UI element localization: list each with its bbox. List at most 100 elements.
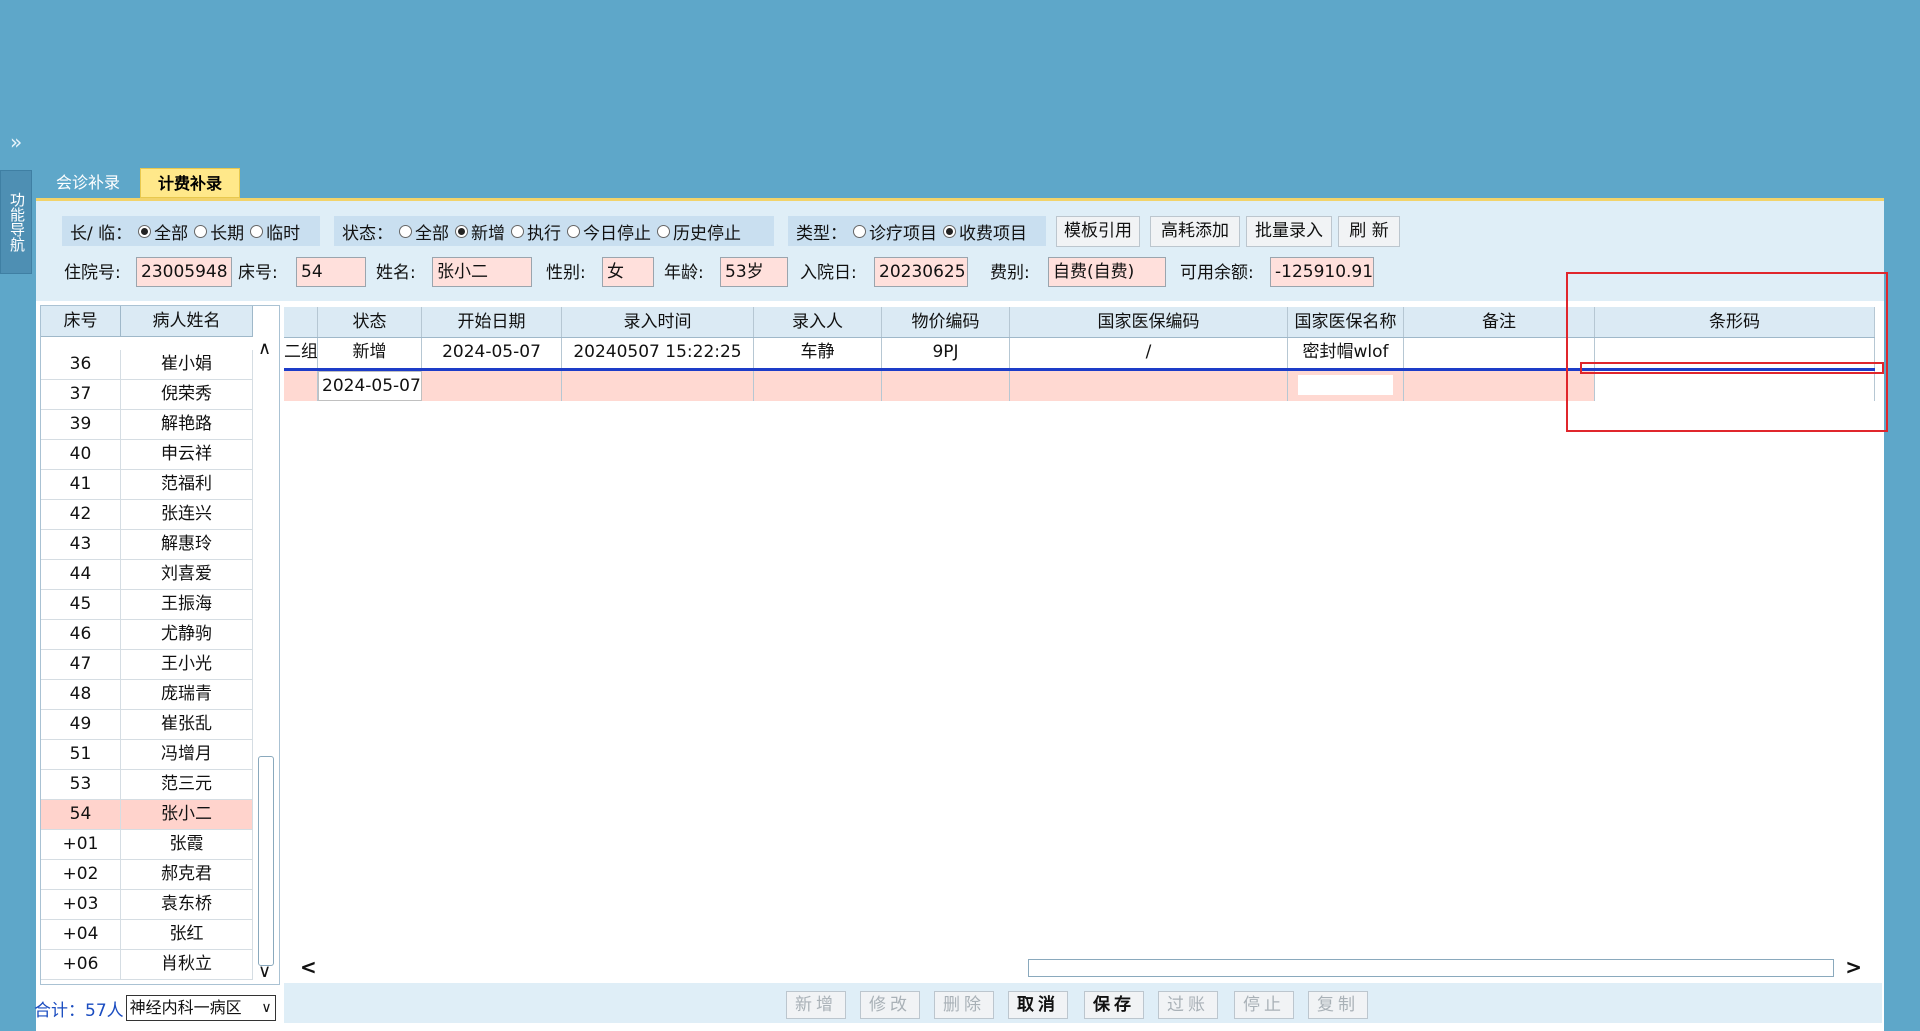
patient-list-item[interactable]: 47 王小光 (41, 650, 253, 680)
scroll-track[interactable] (1028, 959, 1834, 977)
function-nav-tab[interactable]: 功能导航 (0, 170, 32, 274)
save-button[interactable]: 保存 (1084, 991, 1144, 1019)
grid-header-national-code[interactable]: 国家医保编码 (1010, 307, 1288, 337)
expand-nav-icon[interactable]: » (10, 132, 22, 152)
patient-list-item[interactable]: 48 庞瑞青 (41, 680, 253, 710)
tab-billing-supplement[interactable]: 计费补录 (140, 168, 240, 198)
template-ref-button[interactable]: 模板引用 (1056, 216, 1140, 247)
radio-dot[interactable] (943, 224, 956, 238)
patient-list-item[interactable]: 54 张小二 (41, 800, 253, 830)
radio-dot[interactable] (399, 224, 412, 238)
patient-list-item[interactable]: 45 王振海 (41, 590, 253, 620)
edit-cell-entry-time[interactable] (562, 371, 754, 401)
radio-long-temp-all[interactable]: 全部 (138, 219, 188, 244)
patient-list-item[interactable]: 51 冯增月 (41, 740, 253, 770)
chevron-down-icon[interactable]: ∨ (261, 996, 271, 1020)
radio-dot[interactable] (567, 224, 580, 238)
high-cost-add-button[interactable]: 高耗添加 (1150, 216, 1240, 247)
grid-header-entry-time[interactable]: 录入时间 (562, 307, 754, 337)
scroll-down-icon[interactable]: ∨ (258, 961, 271, 982)
grid-header-start-date[interactable]: 开始日期 (422, 307, 562, 337)
radio-dot[interactable] (511, 224, 524, 238)
patient-list-item[interactable]: +02 郝克君 (41, 860, 253, 890)
patient-list-item[interactable]: 42 张连兴 (41, 500, 253, 530)
radio-dot[interactable] (194, 224, 208, 238)
patient-list-item[interactable]: 53 范三元 (41, 770, 253, 800)
scroll-right-icon[interactable]: > (1845, 955, 1862, 979)
scroll-left-icon[interactable]: < (300, 955, 317, 979)
patient-name: 刘喜爱 (121, 560, 253, 589)
admission-no-field[interactable]: 23005948 (136, 257, 232, 287)
bed-field[interactable]: 54 (296, 257, 366, 287)
name-column-header[interactable]: 病人姓名 (121, 306, 253, 336)
patient-list-item[interactable]: 44 刘喜爱 (41, 560, 253, 590)
type-label: 类型： (796, 223, 847, 244)
sex-field[interactable]: 女 (602, 257, 654, 287)
patient-list-item[interactable]: +04 张红 (41, 920, 253, 950)
age-field[interactable]: 53岁 (720, 257, 788, 287)
bed-column-header[interactable]: 床号 (41, 306, 121, 336)
radio-temporary[interactable]: 临时 (250, 219, 300, 244)
edit-cell-national-name[interactable] (1288, 371, 1404, 401)
radio-status-all[interactable]: 全部 (399, 219, 449, 244)
admit-date-field[interactable]: 20230625 (874, 257, 968, 287)
radio-dot[interactable] (853, 224, 866, 238)
patient-list-item[interactable]: 43 解惠玲 (41, 530, 253, 560)
edit-cell-group[interactable] (284, 371, 318, 401)
patient-list-item[interactable]: +03 袁东桥 (41, 890, 253, 920)
radio-type-charge[interactable]: 收费项目 (943, 219, 1027, 244)
radio-type-treatment[interactable]: 诊疗项目 (853, 219, 937, 244)
patient-list-item[interactable]: 49 崔张乱 (41, 710, 253, 740)
cancel-button[interactable]: 取消 (1008, 991, 1068, 1019)
patient-list-scrollbar[interactable]: ∧ ∨ (254, 336, 278, 984)
radio-status-executing[interactable]: 执行 (511, 219, 561, 244)
fee-type-field[interactable]: 自费(自费) (1048, 257, 1166, 287)
radio-status-new[interactable]: 新增 (455, 219, 505, 244)
balance-field[interactable]: -125910.91 (1270, 257, 1374, 287)
patient-list-item[interactable]: 40 申云祥 (41, 440, 253, 470)
radio-dot[interactable] (657, 224, 670, 238)
patient-list-item[interactable]: 37 倪荣秀 (41, 380, 253, 410)
patient-list-item[interactable]: +01 张霞 (41, 830, 253, 860)
edit-national-name-input[interactable] (1298, 375, 1393, 395)
patient-list-item[interactable]: 39 解艳路 (41, 410, 253, 440)
grid-header-group[interactable] (284, 307, 318, 337)
tab-consult-supplement[interactable]: 会诊补录 (36, 168, 140, 198)
edit-cell-national-code[interactable] (1010, 371, 1288, 401)
patient-list-item[interactable]: 46 尤静驹 (41, 620, 253, 650)
batch-entry-button[interactable]: 批量录入 (1246, 216, 1332, 247)
add-button[interactable]: 新增 (786, 991, 846, 1019)
edit-cell-price-code[interactable] (882, 371, 1010, 401)
radio-long-term[interactable]: 长期 (194, 219, 244, 244)
patient-list-panel: 床号 病人姓名 36 崔小娟 37 倪荣秀 39 解艳路 40 申云祥 41 范福利 42 张连兴 43… (40, 305, 280, 985)
scroll-thumb[interactable] (258, 756, 274, 966)
grid-header-status[interactable]: 状态 (318, 307, 422, 337)
radio-dot[interactable] (455, 224, 468, 238)
radio-dot[interactable] (138, 224, 152, 238)
edit-start-date-input[interactable]: 2024-05-07 (318, 371, 422, 401)
patient-list-item[interactable]: +06 肖秋立 (41, 950, 253, 980)
post-button[interactable]: 过账 (1158, 991, 1218, 1019)
grid-horizontal-scrollbar[interactable]: < > (284, 953, 1882, 983)
refresh-button[interactable]: 刷 新 (1338, 216, 1400, 247)
radio-dot[interactable] (250, 224, 264, 238)
edit-cell-start[interactable] (422, 371, 562, 401)
edit-cell-operator[interactable] (754, 371, 882, 401)
scroll-up-icon[interactable]: ∧ (258, 338, 271, 359)
grid-header-operator[interactable]: 录入人 (754, 307, 882, 337)
radio-label: 新增 (471, 223, 505, 244)
ward-select[interactable]: 神经内科一病区 ∨ (125, 995, 276, 1021)
balance-label: 可用余额: (1180, 263, 1254, 283)
copy-button[interactable]: 复制 (1308, 991, 1368, 1019)
patient-list-item[interactable]: 41 范福利 (41, 470, 253, 500)
patient-list-item[interactable]: 36 崔小娟 (41, 350, 253, 380)
grid-header-national-name[interactable]: 国家医保名称 (1288, 307, 1404, 337)
type-filter: 类型： 诊疗项目 收费项目 (788, 216, 1046, 246)
radio-status-stopped-history[interactable]: 历史停止 (657, 219, 741, 244)
radio-status-stopped-today[interactable]: 今日停止 (567, 219, 651, 244)
stop-button[interactable]: 停止 (1234, 991, 1294, 1019)
delete-button[interactable]: 删除 (934, 991, 994, 1019)
grid-header-price-code[interactable]: 物价编码 (882, 307, 1010, 337)
name-field[interactable]: 张小二 (432, 257, 532, 287)
edit-button[interactable]: 修改 (860, 991, 920, 1019)
